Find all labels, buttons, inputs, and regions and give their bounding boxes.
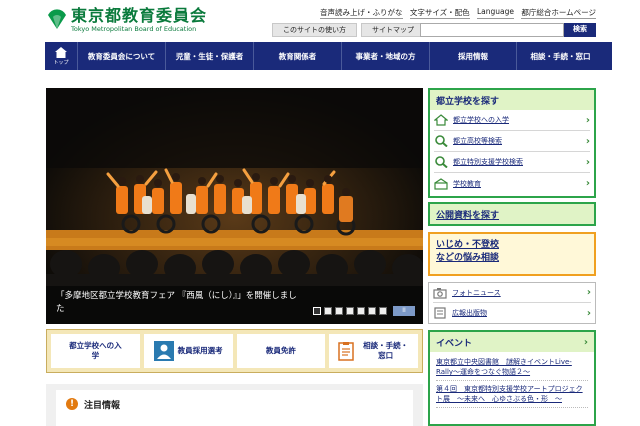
chevron-right-icon: › (585, 114, 590, 126)
slide-dot-4[interactable] (346, 307, 354, 315)
event-item-library[interactable]: 東京都立中央図書館 謎解きイベントLive-Rally～運命をつなぐ物語２～ (436, 354, 588, 381)
nav-about-board[interactable]: 教育委員会について (77, 42, 165, 70)
school-search-title: 都立学校を探す (430, 90, 594, 110)
photo-news-link[interactable]: フォトニュース › (433, 283, 591, 303)
slide-dot-6[interactable] (368, 307, 376, 315)
site-logo[interactable]: 東京都教育委員会 Tokyo Metropolitan Board of Edu… (46, 8, 207, 36)
chevron-right-icon: › (586, 307, 591, 319)
chevron-right-icon: › (585, 178, 590, 189)
exclamation-icon: ! (66, 398, 78, 410)
chevron-right-icon: › (585, 156, 590, 168)
global-nav: トップ 教育委員会について 児童・生徒・保護者 教育関係者 事業者・地域の方 採… (45, 42, 612, 70)
nav-home[interactable]: トップ (45, 42, 77, 70)
home-icon (55, 46, 67, 58)
school-search-item-education[interactable]: 学校教育 › (434, 173, 590, 194)
events-header[interactable]: イベント › (430, 332, 594, 352)
hero-caption[interactable]: 「多摩地区都立学校教育フェア 『西風（にし）』」を開催しました (46, 286, 423, 324)
school-search-item-special-support-label: 都立特別支援学校検索 (453, 158, 523, 166)
notice-title: 注目情報 (84, 401, 121, 411)
notice-section: ! 注目情報 (46, 384, 423, 426)
nav-recruitment[interactable]: 採用情報 (429, 42, 516, 70)
quick-links: 都立学校への入学 教員採用選考 教員免許 相談・手続・窓口 (46, 329, 423, 373)
sub-header-buttons: このサイトの使い方 サイトマップ (272, 23, 425, 37)
school-search-panel: 都立学校を探す 都立学校への入学 › 都立高校等検索 › 都立特別支援学校検索 … (428, 88, 596, 198)
logo-title-ja: 東京都教育委員会 (71, 6, 208, 25)
quick-link-teacher-license-label: 教員免許 (265, 346, 296, 355)
quick-link-teacher-license[interactable]: 教員免許 (236, 334, 326, 368)
chevron-right-icon: › (583, 336, 588, 348)
logo-title-en: Tokyo Metropolitan Board of Education (71, 25, 197, 33)
clipboard-icon (337, 342, 354, 361)
slide-dot-3[interactable] (335, 307, 343, 315)
publications-link[interactable]: 広報出版物 › (433, 303, 591, 323)
magnifier-icon (435, 135, 448, 147)
school-search-item-education-label: 学校教育 (453, 179, 481, 188)
events-title: イベント (436, 338, 473, 349)
text-size-color-link[interactable]: 文字サイズ・配色 (409, 7, 470, 19)
photo-news-label: フォトニュース (452, 288, 501, 297)
book-icon (434, 307, 446, 319)
quick-link-school-admission-label: 都立学校への入学 (69, 341, 122, 360)
quick-link-teacher-recruitment[interactable]: 教員採用選考 (143, 334, 233, 368)
events-panel: イベント › 東京都立中央図書館 謎解きイベントLive-Rally～運命をつな… (428, 330, 596, 426)
tokyo-ginkgo-logo-icon (48, 9, 66, 29)
quick-link-consultation-label: 相談・手続・窓口 (363, 341, 409, 360)
pause-button[interactable]: II (393, 306, 415, 316)
publications-label: 広報出版物 (452, 309, 487, 317)
school-search-item-high-school-label: 都立高校等検索 (453, 137, 502, 145)
language-link[interactable]: Language (477, 7, 515, 19)
slide-dot-2[interactable] (324, 307, 332, 315)
public-docs-title: 公開資料を探す (436, 211, 500, 221)
bullying-line-2: などの悩み相談 (436, 253, 500, 263)
bullying-consultation-panel[interactable]: いじめ・不登校 などの悩み相談 (428, 232, 596, 276)
nav-educators[interactable]: 教育関係者 (253, 42, 341, 70)
event-item-art-project[interactable]: 第４回 東京都特別支援学校アートプロジェクト展 ～未来へ 心ゆさぶる色・形 ～ (436, 381, 588, 408)
media-panel: フォトニュース › 広報出版物 › (428, 282, 596, 324)
public-docs-panel[interactable]: 公開資料を探す (428, 202, 596, 226)
slide-dot-7[interactable] (379, 307, 387, 315)
slide-dot-1[interactable] (313, 307, 321, 315)
nav-business-community[interactable]: 事業者・地域の方 (341, 42, 429, 70)
slide-dot-5[interactable] (357, 307, 365, 315)
quick-link-consultation[interactable]: 相談・手続・窓口 (329, 334, 418, 368)
nav-students-parents[interactable]: 児童・生徒・保護者 (165, 42, 253, 70)
slider-controls: II (313, 306, 415, 316)
metro-gov-home-link[interactable]: 都庁総合ホームページ (521, 7, 596, 19)
sitemap-button[interactable]: サイトマップ (361, 23, 425, 37)
quick-link-school-admission[interactable]: 都立学校への入学 (51, 334, 140, 368)
quick-link-teacher-recruitment-label: 教員採用選考 (177, 346, 223, 355)
chevron-right-icon: › (586, 287, 591, 298)
voice-reading-link[interactable]: 音声読み上げ・ふりがな (320, 7, 403, 19)
school-search-item-admission-label: 都立学校への入学 (453, 116, 509, 124)
hero-slideshow[interactable]: 「多摩地区都立学校教育フェア 『西風（にし）』」を開催しました II (46, 88, 423, 324)
camera-icon (433, 287, 447, 299)
nav-consultation[interactable]: 相談・手続・窓口 (516, 42, 604, 70)
right-sidebar: 都立学校を探す 都立学校への入学 › 都立高校等検索 › 都立特別支援学校検索 … (428, 88, 596, 426)
search-button[interactable]: 検索 (564, 23, 596, 37)
magnifier-icon (435, 156, 448, 168)
school-search-item-high-school[interactable]: 都立高校等検索 › (434, 131, 590, 152)
bullying-line-1: いじめ・不登校 (436, 240, 500, 250)
search-input[interactable] (420, 23, 564, 37)
person-icon (153, 341, 174, 361)
school-search-item-admission[interactable]: 都立学校への入学 › (434, 110, 590, 131)
school-search-item-special-support[interactable]: 都立特別支援学校検索 › (434, 152, 590, 173)
house-outline-icon (434, 114, 448, 126)
chevron-right-icon: › (585, 135, 590, 147)
school-building-icon (434, 177, 448, 190)
nav-home-label: トップ (53, 59, 69, 66)
site-usage-button[interactable]: このサイトの使い方 (272, 23, 357, 37)
utility-links: 音声読み上げ・ふりがな 文字サイズ・配色 Language 都庁総合ホームページ (320, 7, 596, 19)
